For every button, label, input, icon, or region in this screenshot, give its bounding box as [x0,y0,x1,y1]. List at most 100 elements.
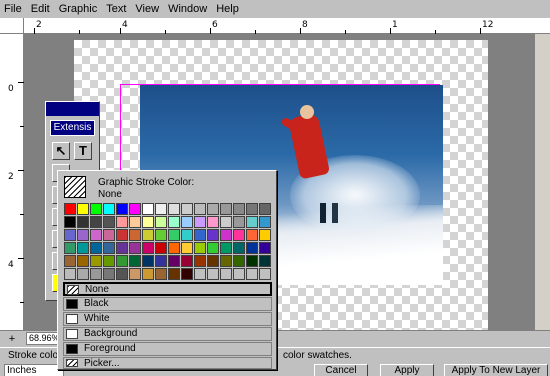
color-swatch[interactable] [181,268,193,280]
color-swatch[interactable] [142,255,154,267]
color-swatch[interactable] [116,216,128,228]
toolbox-title-bar[interactable] [46,102,99,116]
color-swatch[interactable] [194,216,206,228]
color-swatch[interactable] [90,203,102,215]
color-swatch[interactable] [103,242,115,254]
color-swatch[interactable] [155,268,167,280]
color-swatch[interactable] [233,242,245,254]
color-swatch[interactable] [103,268,115,280]
menu-window[interactable]: Window [168,0,207,18]
color-swatch[interactable] [155,229,167,241]
color-swatch[interactable] [259,255,271,267]
color-swatch[interactable] [246,268,258,280]
color-swatch[interactable] [142,242,154,254]
color-swatch[interactable] [259,203,271,215]
color-swatch[interactable] [207,203,219,215]
color-swatch[interactable] [155,255,167,267]
color-swatch[interactable] [246,242,258,254]
color-swatch[interactable] [116,203,128,215]
color-swatch[interactable] [90,268,102,280]
color-swatch[interactable] [220,229,232,241]
color-swatch[interactable] [116,229,128,241]
menu-help[interactable]: Help [216,0,239,18]
apply-button[interactable]: Apply [380,364,434,376]
option-foreground[interactable]: Foreground [63,342,272,356]
color-swatch[interactable] [220,203,232,215]
color-swatch[interactable] [142,203,154,215]
color-swatch[interactable] [116,255,128,267]
color-swatch[interactable] [116,268,128,280]
color-swatch[interactable] [77,203,89,215]
color-swatch[interactable] [168,229,180,241]
color-swatch[interactable] [168,242,180,254]
color-swatch[interactable] [181,216,193,228]
color-swatch[interactable] [155,216,167,228]
color-swatch[interactable] [194,268,206,280]
color-swatch[interactable] [168,268,180,280]
color-swatch[interactable] [181,255,193,267]
color-swatch[interactable] [90,216,102,228]
color-swatch[interactable] [77,229,89,241]
color-swatch[interactable] [64,216,76,228]
color-swatch[interactable] [220,268,232,280]
color-swatch[interactable] [233,268,245,280]
color-swatch[interactable] [103,216,115,228]
color-swatch[interactable] [181,229,193,241]
option-white[interactable]: White [63,312,272,326]
color-swatch[interactable] [142,229,154,241]
color-swatch[interactable] [181,203,193,215]
color-swatch[interactable] [90,242,102,254]
color-swatch[interactable] [129,229,141,241]
menu-graphic[interactable]: Graphic [59,0,98,18]
color-swatch[interactable] [194,203,206,215]
option-none[interactable]: None [63,282,272,296]
color-swatch[interactable] [259,242,271,254]
vertical-scrollbar[interactable] [534,34,550,330]
color-swatch[interactable] [77,255,89,267]
color-swatch[interactable] [194,242,206,254]
menu-text[interactable]: Text [106,0,126,18]
color-swatch[interactable] [77,268,89,280]
color-swatch[interactable] [142,216,154,228]
menu-file[interactable]: File [4,0,22,18]
color-swatch[interactable] [207,242,219,254]
color-swatch[interactable] [116,242,128,254]
color-swatch[interactable] [129,216,141,228]
color-swatch[interactable] [77,216,89,228]
color-swatch[interactable] [64,268,76,280]
arrow-pointer-icon[interactable]: ↖ [52,142,70,160]
color-swatch[interactable] [64,242,76,254]
color-swatch[interactable] [129,203,141,215]
color-swatch[interactable] [233,203,245,215]
text-tool-icon[interactable]: T [74,142,92,160]
cancel-button[interactable]: Cancel [314,364,368,376]
ruler-origin[interactable] [0,18,24,34]
color-swatch[interactable] [168,255,180,267]
units-select[interactable]: Inches [4,364,64,376]
zoom-in-icon[interactable]: + [6,333,18,345]
color-swatch[interactable] [233,216,245,228]
color-swatch[interactable] [233,255,245,267]
menu-view[interactable]: View [135,0,159,18]
color-swatch[interactable] [77,242,89,254]
color-swatch[interactable] [155,242,167,254]
color-swatch[interactable] [246,216,258,228]
color-swatch[interactable] [246,255,258,267]
zoom-level[interactable]: 68.96% [26,332,60,345]
color-swatch[interactable] [129,255,141,267]
color-swatch[interactable] [90,229,102,241]
color-swatch[interactable] [181,242,193,254]
color-swatch[interactable] [129,242,141,254]
option-black[interactable]: Black [63,297,272,311]
color-swatch[interactable] [129,268,141,280]
color-swatch[interactable] [207,229,219,241]
color-swatch[interactable] [207,255,219,267]
color-swatch[interactable] [220,255,232,267]
color-swatch[interactable] [103,255,115,267]
menu-edit[interactable]: Edit [31,0,50,18]
color-swatch[interactable] [259,216,271,228]
color-swatch[interactable] [64,229,76,241]
color-swatch[interactable] [142,268,154,280]
color-swatch[interactable] [207,268,219,280]
color-swatch[interactable] [220,242,232,254]
